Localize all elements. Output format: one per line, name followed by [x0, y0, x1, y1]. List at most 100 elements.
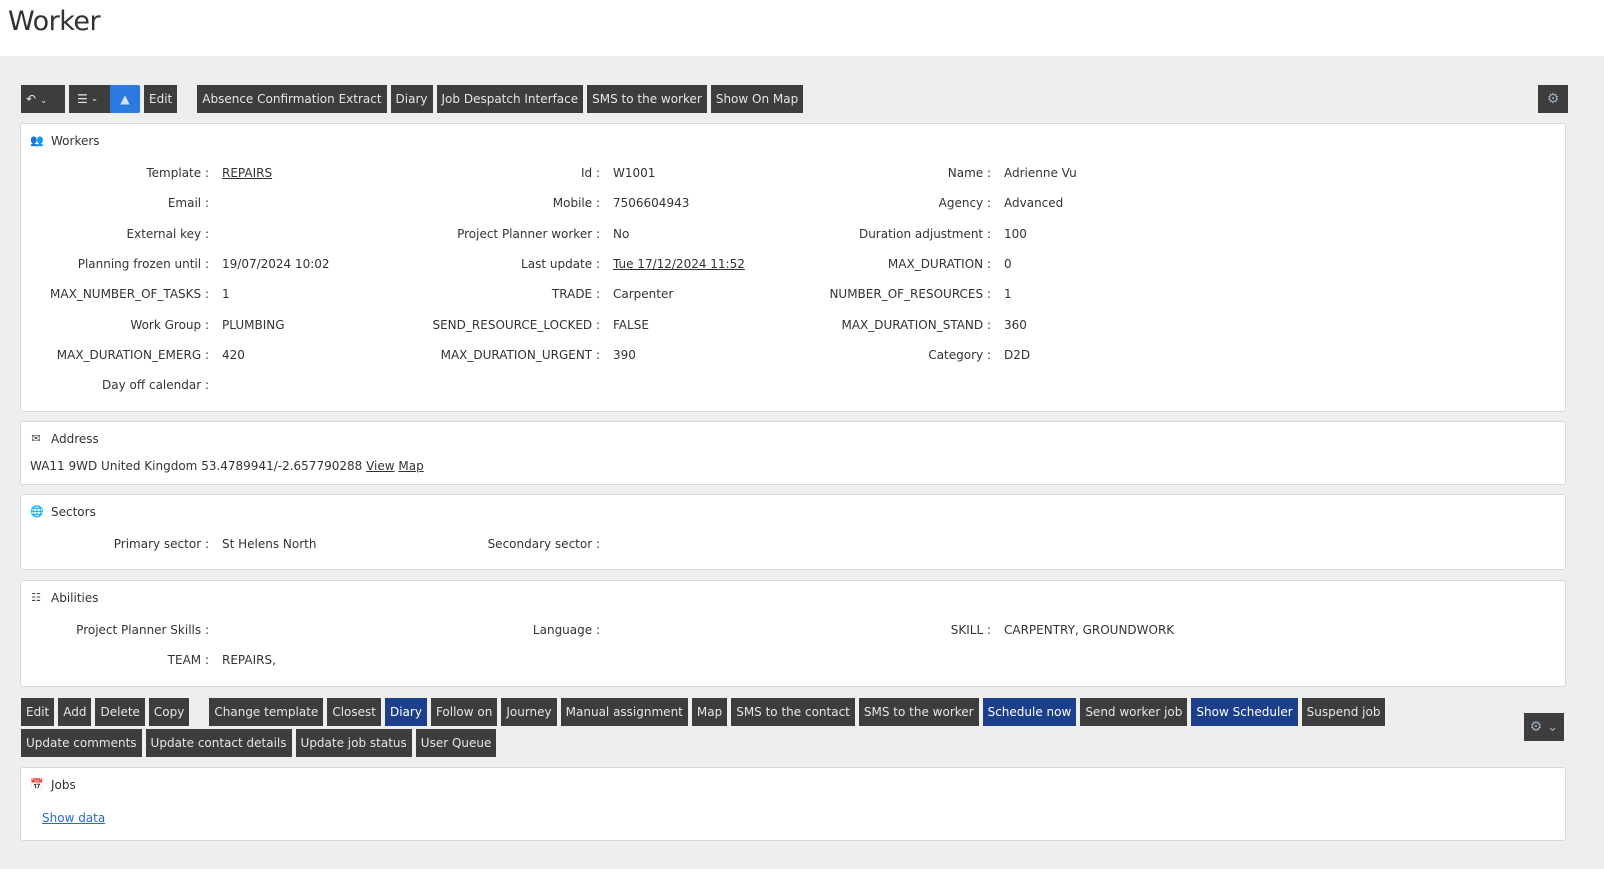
action-button[interactable]: Map	[691, 698, 728, 726]
action-button[interactable]: Closest	[327, 698, 381, 726]
menu-button[interactable]: ☰ ⌄	[69, 85, 111, 113]
workers-panel: 👥 Workers Template : REPAIRS Id : W1001 Name …	[20, 123, 1566, 412]
calendar-icon: 📅	[30, 778, 44, 791]
action-button[interactable]: Copy	[148, 698, 190, 726]
field-row: MAX_DURATION_EMERG : 420 MAX_DURATION_URGE…	[21, 348, 1221, 362]
field-value	[604, 623, 613, 637]
action-button[interactable]: Update contact details	[145, 729, 292, 757]
action-button[interactable]: Add	[58, 698, 92, 726]
edit-button[interactable]: Edit	[144, 85, 178, 113]
field: TEAM : REPAIRS,	[21, 653, 412, 667]
action-button[interactable]: User Queue	[415, 729, 497, 757]
field: Category : D2D	[803, 348, 1194, 362]
field-row: Email : Mobile : 7506604943 Agency : Advance…	[21, 196, 1221, 210]
page-header: Worker	[0, 0, 1604, 56]
panel-title: Abilities	[51, 591, 99, 605]
field-value: PLUMBING	[222, 317, 285, 332]
gear-icon: ⚙ ⌄	[1529, 719, 1559, 735]
field: External key :	[21, 227, 412, 241]
field: Secondary sector :	[412, 537, 803, 551]
field: MAX_DURATION : 0	[803, 257, 1194, 271]
map-link[interactable]: Map	[398, 459, 423, 473]
field-label: MAX_DURATION_EMERG :	[56, 347, 209, 362]
action-button[interactable]: SMS to the contact	[731, 698, 855, 726]
action-button[interactable]: Show Scheduler	[1191, 698, 1298, 726]
field-label: Day off calendar :	[102, 378, 209, 393]
field-value: 360	[1004, 317, 1027, 332]
toolbar-button[interactable]: Diary	[390, 85, 433, 113]
chevron-down-icon: ⌄	[39, 96, 48, 106]
workers-icon: 👥	[30, 134, 44, 147]
field-value	[213, 196, 222, 210]
action-button[interactable]: Manual assignment	[560, 698, 688, 726]
abilities-panel: ☷ Abilities Project Planner Skills : Langu…	[20, 580, 1566, 687]
field-label: Agency :	[938, 196, 991, 211]
action-button[interactable]: Delete	[95, 698, 145, 726]
field: SKILL : CARPENTRY, GROUNDWORK	[803, 623, 1194, 637]
field-label: TRADE :	[551, 287, 600, 302]
field-label: Work Group :	[130, 317, 209, 332]
field-label: Email :	[167, 196, 209, 211]
field-value: W1001	[613, 166, 656, 180]
toolbar-button[interactable]: SMS to the worker	[587, 85, 707, 113]
field: Project Planner worker : No	[412, 227, 803, 241]
action-button[interactable]: Follow on	[430, 698, 498, 726]
field-link[interactable]: Tue 17/12/2024 11:52	[604, 257, 745, 271]
field-value: Carpenter	[613, 287, 674, 302]
settings-button[interactable]: ⚙	[1538, 85, 1568, 113]
field-value	[213, 227, 222, 241]
field-label: Primary sector :	[113, 537, 209, 551]
field-row: Work Group : PLUMBING SEND_RESOURCE_LOCKED…	[21, 318, 1221, 332]
field: Email :	[21, 196, 412, 210]
field: Last update : Tue 17/12/2024 11:52	[412, 257, 803, 271]
field-label: MAX_NUMBER_OF_TASKS :	[50, 287, 209, 302]
field: Agency : Advanced	[803, 196, 1194, 210]
field-value: 420	[222, 347, 245, 362]
alert-button[interactable]: ▲	[110, 85, 140, 113]
field: Planning frozen until : 19/07/2024 10:02	[21, 257, 412, 271]
field: Project Planner Skills :	[21, 623, 412, 637]
field-label: Mobile :	[552, 196, 600, 211]
action-button[interactable]: SMS to the worker	[858, 698, 979, 726]
action-button[interactable]: Send worker job	[1080, 698, 1188, 726]
field-label: Secondary sector :	[487, 537, 600, 551]
action-button[interactable]: Edit	[21, 698, 55, 726]
toolbar-button[interactable]: Absence Confirmation Extract	[197, 85, 387, 113]
field-label: TEAM :	[167, 653, 209, 668]
panel-title: Address	[51, 432, 99, 446]
jobs-panel: 📅 Jobs Show data	[20, 767, 1566, 841]
field-label: Template :	[146, 166, 209, 180]
show-data-link[interactable]: Show data	[42, 811, 105, 825]
field: Mobile : 7506604943	[412, 196, 803, 210]
triangle-icon: ▲	[120, 92, 130, 106]
toolbar-button[interactable]: Job Despatch Interface	[436, 85, 584, 113]
field: NUMBER_OF_RESOURCES : 1	[803, 287, 1194, 301]
field-value: D2D	[1004, 347, 1031, 362]
action-button[interactable]: Update job status	[295, 729, 412, 757]
field: Work Group : PLUMBING	[21, 318, 412, 332]
field: SEND_RESOURCE_LOCKED : FALSE	[412, 318, 803, 332]
action-button[interactable]: Change template	[209, 698, 324, 726]
field-row: MAX_NUMBER_OF_TASKS : 1 TRADE : Carpenter NU…	[21, 287, 1221, 301]
back-button[interactable]: ↶ ⌄	[21, 85, 65, 113]
field-label: Category :	[928, 347, 991, 362]
field: Id : W1001	[412, 166, 803, 180]
field-link[interactable]: REPAIRS	[213, 166, 272, 180]
view-link[interactable]: View	[366, 459, 394, 473]
action-button[interactable]: Journey	[501, 698, 557, 726]
field-label: Planning frozen until :	[77, 256, 209, 271]
field-value	[213, 378, 222, 392]
action-button[interactable]: Update comments	[21, 729, 142, 757]
actions-settings-button[interactable]: ⚙ ⌄	[1524, 713, 1564, 741]
field-label: Project Planner worker :	[457, 226, 600, 241]
field-value: REPAIRS,	[222, 653, 276, 668]
list-icon: ☷	[31, 591, 41, 604]
action-button[interactable]: Diary	[384, 698, 427, 726]
action-button[interactable]: Schedule now	[982, 698, 1077, 726]
field-row: Project Planner Skills : Language : SKILL …	[21, 623, 1221, 637]
field-label: Language :	[532, 623, 600, 637]
action-button[interactable]: Suspend job	[1301, 698, 1386, 726]
toolbar-button[interactable]: Show On Map	[710, 85, 804, 113]
page-title: Worker	[8, 6, 101, 37]
field: MAX_DURATION_URGENT : 390	[412, 348, 803, 362]
